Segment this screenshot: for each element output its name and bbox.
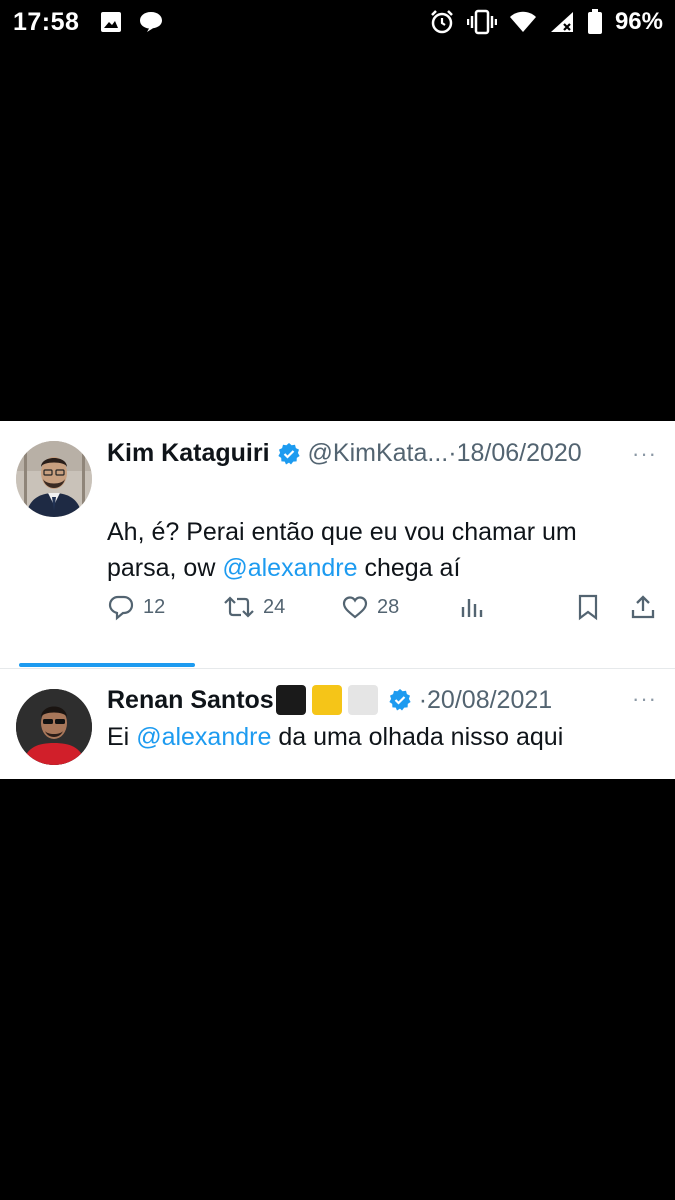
tweet-actions: 12 24 28 xyxy=(107,593,657,629)
bookmark-icon xyxy=(575,593,601,621)
battery-icon xyxy=(587,9,603,35)
verified-badge-icon xyxy=(277,442,301,466)
tweet-date[interactable]: 18/06/2020 xyxy=(457,439,582,468)
avatar[interactable] xyxy=(16,689,92,765)
wifi-icon xyxy=(509,10,537,34)
retweet-count: 24 xyxy=(263,595,286,618)
image-icon xyxy=(100,11,122,33)
tweet-header: Renan Santos · 20/08/2021 xyxy=(107,685,552,715)
chat-bubble-icon xyxy=(138,10,164,34)
yellow-square-emoji xyxy=(311,685,342,715)
reply-icon xyxy=(107,593,135,621)
retweet-button[interactable]: 24 xyxy=(223,593,285,621)
more-options-icon[interactable]: ··· xyxy=(632,441,657,467)
verified-badge-icon xyxy=(388,688,412,712)
alarm-icon xyxy=(429,9,455,35)
tweet-header: Kim Kataguiri @KimKata... · 18/06/2020 xyxy=(107,439,582,468)
share-button[interactable] xyxy=(629,593,657,621)
mention-link[interactable]: @alexandre xyxy=(136,723,271,751)
battery-percentage: 96% xyxy=(614,8,663,35)
like-count: 28 xyxy=(377,595,400,618)
signal-icon xyxy=(549,10,575,34)
analytics-button[interactable] xyxy=(459,593,485,621)
status-time: 17:58 xyxy=(13,8,80,36)
avatar[interactable] xyxy=(16,441,92,517)
retweet-icon xyxy=(223,593,255,621)
analytics-icon xyxy=(459,593,485,621)
separator-dot: · xyxy=(418,685,428,714)
more-options-icon[interactable]: ··· xyxy=(632,686,657,712)
tweet-kim[interactable]: Kim Kataguiri @KimKata... · 18/06/2020 ·… xyxy=(0,421,675,666)
reply-count: 12 xyxy=(143,595,166,618)
tweet-text: Ei @alexandre da uma olhada nisso aqui xyxy=(107,723,564,751)
vibrate-icon xyxy=(466,9,497,35)
author-name[interactable]: Kim Kataguiri xyxy=(107,439,270,468)
white-square-emoji xyxy=(347,685,378,715)
active-tab-indicator xyxy=(19,663,195,667)
heart-icon xyxy=(341,593,369,621)
tweet-date[interactable]: 20/08/2021 xyxy=(427,686,552,715)
like-button[interactable]: 28 xyxy=(341,593,399,621)
share-icon xyxy=(629,593,657,621)
divider xyxy=(0,668,675,669)
author-handle[interactable]: @KimKata... xyxy=(308,439,449,468)
black-square-emoji xyxy=(275,685,306,715)
tweet-text: Ah, é? Perai então que eu vou chamar um … xyxy=(107,518,577,582)
bookmark-button[interactable] xyxy=(575,593,601,621)
separator-dot: · xyxy=(448,439,457,467)
mention-link[interactable]: @alexandre xyxy=(222,554,357,582)
author-name[interactable]: Renan Santos xyxy=(107,686,274,715)
reply-button[interactable]: 12 xyxy=(107,593,165,621)
status-bar: 17:58 96% xyxy=(0,0,675,46)
tweet-card: Kim Kataguiri @KimKata... · 18/06/2020 ·… xyxy=(0,421,675,779)
